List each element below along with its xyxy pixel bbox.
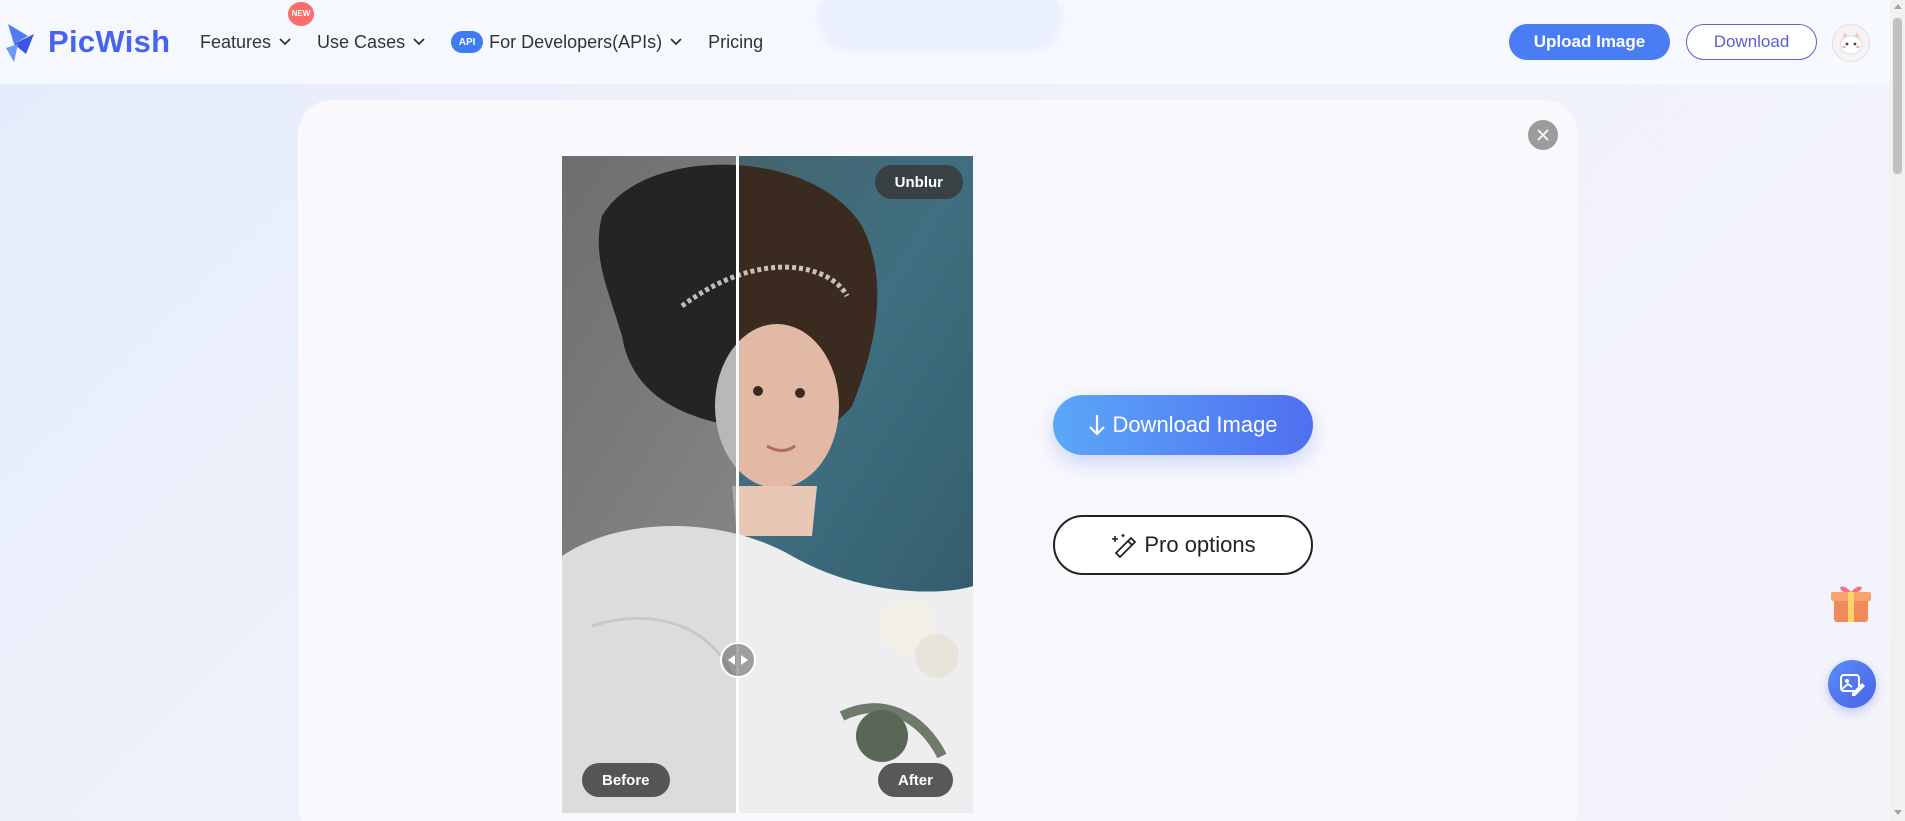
new-badge: NEW xyxy=(288,1,314,26)
nav-use-cases[interactable]: Use Cases xyxy=(317,32,425,53)
before-after-compare[interactable]: Unblur Before After xyxy=(562,156,973,813)
compare-slider-handle[interactable] xyxy=(720,642,756,678)
scroll-up-arrow-icon[interactable] xyxy=(1894,4,1902,9)
comparison-image xyxy=(562,156,973,813)
nav-use-cases-label: Use Cases xyxy=(317,31,406,52)
close-button[interactable] xyxy=(1528,120,1558,150)
download-image-button[interactable]: Download Image xyxy=(1053,395,1313,455)
before-label: Before xyxy=(582,763,670,797)
gift-button[interactable] xyxy=(1828,578,1874,626)
upload-image-button[interactable]: Upload Image xyxy=(1509,24,1670,60)
unblur-badge: Unblur xyxy=(874,165,963,199)
scroll-down-arrow-icon[interactable] xyxy=(1894,810,1902,815)
nav-pricing[interactable]: Pricing xyxy=(708,32,763,53)
magic-pen-icon xyxy=(1112,534,1137,559)
image-edit-button[interactable] xyxy=(1828,660,1876,708)
brand-logo[interactable]: PicWish xyxy=(4,20,170,64)
close-icon xyxy=(1537,129,1549,141)
left-right-arrows-icon xyxy=(728,655,748,665)
page-scrollbar[interactable] xyxy=(1890,0,1905,821)
nav-features[interactable]: Features NEW xyxy=(200,1,314,53)
nav-features-label: Features xyxy=(200,31,272,52)
api-cloud-icon: API xyxy=(451,31,484,53)
picwish-logo-icon xyxy=(6,24,34,62)
download-button[interactable]: Download xyxy=(1686,24,1817,60)
gift-icon xyxy=(1831,586,1871,622)
brand-name: PicWish xyxy=(48,24,171,59)
avatar-icon xyxy=(1839,32,1863,55)
nav-pricing-label: Pricing xyxy=(708,31,764,52)
ghost-upload-button[interactable] xyxy=(820,0,1060,42)
nav-developers-label: For Developers(APIs) xyxy=(489,31,663,52)
nav-developers[interactable]: API For Developers(APIs) xyxy=(451,31,682,53)
image-edit-icon xyxy=(1840,674,1865,696)
pro-options-button[interactable]: Pro options xyxy=(1053,515,1313,575)
arrow-down-icon xyxy=(1089,415,1106,436)
main-nav: Features NEW Use Cases API For Developer… xyxy=(200,0,789,84)
top-header: PicWish Features NEW Use Cases API For D… xyxy=(0,0,1890,84)
download-image-label: Download Image xyxy=(1112,412,1278,437)
scroll-thumb[interactable] xyxy=(1893,18,1902,174)
chevron-down-icon xyxy=(413,38,425,46)
pro-options-label: Pro options xyxy=(1144,532,1256,557)
chevron-down-icon xyxy=(670,38,682,46)
chevron-down-icon xyxy=(279,38,291,46)
compare-divider[interactable] xyxy=(736,156,739,813)
avatar[interactable] xyxy=(1832,24,1870,62)
after-label: After xyxy=(877,763,953,797)
